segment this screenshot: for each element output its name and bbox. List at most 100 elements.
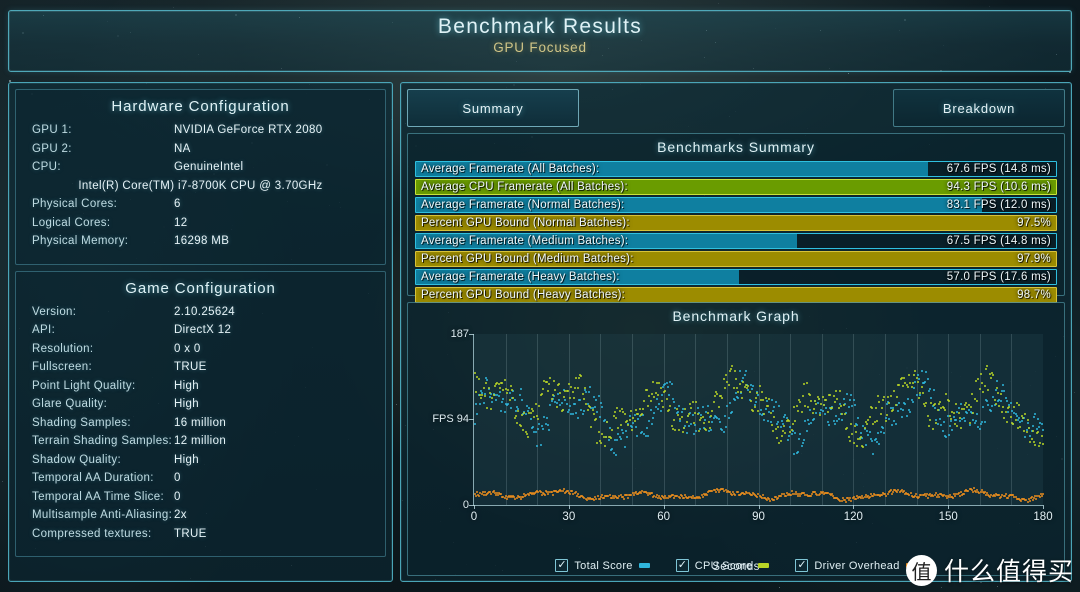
- scatter-point: [637, 418, 640, 421]
- scatter-point: [1036, 418, 1039, 421]
- summary-bar-value: 97.5%: [1017, 217, 1051, 229]
- legend-item-total-score[interactable]: Total Score: [555, 558, 650, 572]
- config-row: Terrain Shading Samples: 12 million: [16, 435, 385, 447]
- scatter-point: [592, 413, 595, 416]
- scatter-point: [509, 385, 512, 388]
- scatter-point: [519, 388, 522, 391]
- scatter-point: [532, 426, 535, 429]
- x-axis-tick-mark: [758, 505, 760, 509]
- summary-bar-label: Percent GPU Bound (Medium Batches):: [421, 253, 634, 265]
- scatter-point: [989, 377, 992, 380]
- scatter-point: [723, 386, 726, 389]
- checkbox-icon[interactable]: [795, 558, 809, 572]
- scatter-point: [853, 403, 856, 406]
- scatter-point: [847, 435, 850, 438]
- config-row-key: GPU 2:: [32, 142, 72, 155]
- config-row-value: High: [174, 379, 200, 392]
- scatter-point: [1034, 413, 1037, 416]
- scatter-point: [852, 398, 855, 401]
- scatter-point: [826, 410, 829, 413]
- scatter-point: [490, 492, 493, 495]
- scatter-point: [1020, 420, 1023, 423]
- scatter-point: [840, 405, 843, 408]
- benchmark-graph-title: Benchmark Graph: [672, 308, 800, 324]
- scatter-point: [542, 388, 545, 391]
- scatter-point: [652, 381, 655, 384]
- scatter-point: [986, 365, 989, 368]
- scatter-point: [878, 442, 881, 445]
- checkbox-icon[interactable]: [675, 558, 689, 572]
- config-row: Intel(R) Core(TM) i7-8700K CPU @ 3.70GHz: [16, 180, 385, 192]
- scatter-point: [482, 387, 485, 390]
- scatter-point: [706, 411, 709, 414]
- scatter-point: [976, 399, 979, 402]
- tab-summary[interactable]: Summary: [407, 89, 579, 127]
- scatter-point: [527, 493, 530, 496]
- scatter-point: [795, 405, 798, 408]
- scatter-point: [726, 404, 729, 407]
- scatter-point: [679, 418, 682, 421]
- summary-bar-row: Percent GPU Bound (Normal Batches): 97.5%: [415, 215, 1057, 231]
- scatter-point: [786, 439, 789, 442]
- scatter-point: [765, 400, 768, 403]
- scatter-point: [941, 430, 944, 433]
- scatter-point: [790, 429, 793, 432]
- scatter-point: [791, 490, 794, 493]
- summary-bar-label: Average Framerate (Medium Batches):: [421, 235, 629, 247]
- scatter-point: [521, 413, 523, 416]
- scatter-point: [767, 420, 770, 423]
- scatter-point: [659, 410, 662, 413]
- scatter-point: [752, 410, 755, 413]
- config-row: Shading Samples: 16 million: [16, 417, 385, 429]
- scatter-point: [651, 491, 654, 494]
- scatter-point: [987, 389, 990, 392]
- scatter-point: [1038, 425, 1041, 428]
- scatter-point: [626, 420, 629, 423]
- scatter-point: [582, 397, 585, 400]
- scatter-point: [647, 404, 650, 407]
- scatter-point: [832, 395, 835, 398]
- scatter-point: [791, 423, 794, 426]
- scatter-point: [581, 412, 584, 415]
- scatter-point: [767, 404, 770, 407]
- summary-bar-row: Average Framerate (Normal Batches): 83.1 …: [415, 197, 1057, 213]
- scatter-point: [890, 424, 893, 427]
- legend-label: Driver Overhead: [814, 559, 900, 572]
- scatter-point: [972, 487, 975, 490]
- scatter-point: [859, 431, 862, 434]
- checkbox-icon[interactable]: [555, 558, 569, 572]
- legend-item-cpu-score[interactable]: CPU Score: [675, 558, 770, 572]
- scatter-point: [714, 490, 717, 493]
- scatter-point: [973, 421, 976, 424]
- scatter-point: [633, 420, 636, 423]
- scatter-point: [978, 387, 981, 390]
- scatter-point: [1029, 441, 1032, 443]
- scatter-point: [911, 382, 914, 385]
- scatter-point: [593, 405, 596, 408]
- scatter-point: [995, 380, 998, 383]
- scatter-point: [501, 401, 504, 404]
- scatter-point: [1041, 492, 1044, 495]
- legend-item-driver-overhead[interactable]: Driver Overhead: [795, 558, 917, 572]
- scatter-point: [900, 416, 903, 419]
- tab-breakdown[interactable]: Breakdown: [893, 89, 1065, 127]
- config-row-key: API:: [32, 324, 56, 336]
- scatter-point: [956, 424, 959, 427]
- scatter-point: [1028, 499, 1031, 502]
- summary-bar-value: 67.6 FPS (14.8 ms): [946, 163, 1051, 175]
- scatter-point: [778, 442, 781, 445]
- scatter-point: [744, 370, 747, 373]
- scatter-point: [822, 403, 825, 406]
- scatter-point: [561, 408, 564, 411]
- scatter-point: [952, 412, 955, 415]
- scatter-point: [837, 407, 840, 410]
- scatter-point: [1013, 405, 1016, 408]
- scatter-point: [553, 379, 556, 382]
- config-row: CPU: GenuineIntel: [16, 161, 385, 173]
- scatter-point: [838, 390, 841, 393]
- scatter-point: [550, 399, 553, 402]
- scatter-point: [868, 416, 871, 419]
- scatter-point: [901, 408, 904, 411]
- scatter-point: [490, 408, 493, 411]
- scatter-point: [736, 491, 739, 494]
